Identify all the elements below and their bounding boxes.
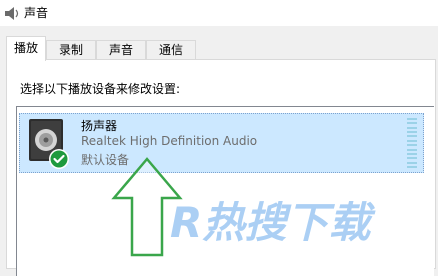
default-checkmark-icon [49, 149, 69, 169]
tab-playback[interactable]: 播放 [6, 36, 46, 61]
volume-meter [407, 118, 417, 168]
tab-communications[interactable]: 通信 [146, 40, 196, 60]
device-name: 扬声器 [81, 119, 118, 133]
speaker-icon [29, 119, 69, 169]
svg-text:R热搜下载: R热搜下载 [170, 198, 376, 247]
tab-recording[interactable]: 录制 [46, 40, 96, 60]
speaker-app-icon [5, 7, 19, 20]
device-description: Realtek High Definition Audio [81, 134, 258, 148]
tab-strip: 播放 录制 声音 通信 [6, 36, 432, 61]
title-bar: 声音 [0, 0, 438, 26]
tab-sounds[interactable]: 声音 [96, 40, 146, 60]
watermark-logo: R热搜下载 [170, 198, 376, 247]
window-title: 声音 [24, 6, 49, 20]
instruction-label: 选择以下播放设备来修改设置: [20, 82, 181, 96]
device-row-speakers[interactable]: 扬声器 Realtek High Definition Audio 默认设备 [19, 113, 424, 173]
